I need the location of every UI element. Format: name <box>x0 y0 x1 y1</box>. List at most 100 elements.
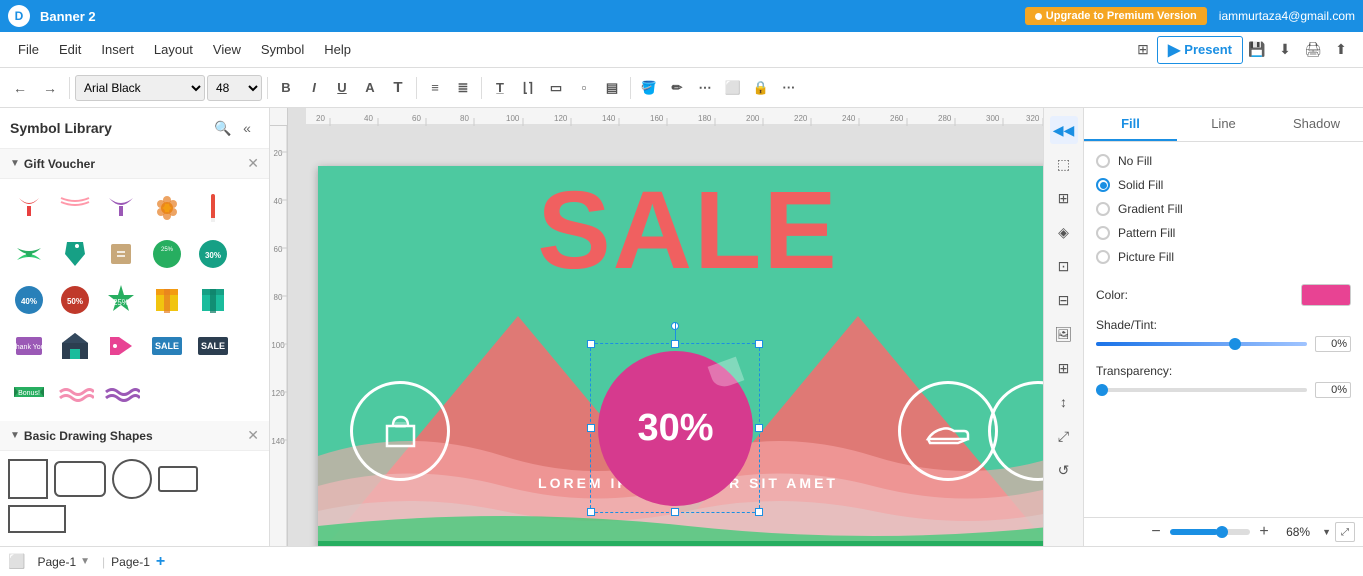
scale-icon[interactable]: ⤢ <box>1050 422 1078 450</box>
symbol-ribbon-pink[interactable] <box>54 187 96 229</box>
gift-voucher-section-header[interactable]: ▼ Gift Voucher ✕ <box>0 149 269 179</box>
fill-option-solid[interactable]: Solid Fill <box>1096 178 1351 192</box>
symbol-badge-blue-40[interactable]: 40% <box>8 279 50 321</box>
symbol-sale-dark[interactable]: SALE <box>192 325 234 367</box>
bold-button[interactable]: B <box>273 75 299 101</box>
transparency-value-input[interactable] <box>1315 382 1351 398</box>
symbol-badge-teal-30[interactable]: 30% <box>192 233 234 275</box>
align-left-button[interactable]: ≡ <box>422 75 448 101</box>
no-fill-icon[interactable]: ⬜ <box>720 75 746 101</box>
shape-thin-rect[interactable] <box>158 459 198 499</box>
expand-panels-icon[interactable]: ◀◀ <box>1050 116 1078 144</box>
print-icon[interactable]: 🖨 <box>1299 36 1327 64</box>
symbol-house-tag[interactable] <box>54 325 96 367</box>
fill-option-pattern[interactable]: Pattern Fill <box>1096 226 1351 240</box>
history-icon[interactable]: ↺ <box>1050 456 1078 484</box>
add-page-button[interactable]: + <box>156 553 165 571</box>
text-color-button[interactable]: A <box>357 75 383 101</box>
fullscreen-icon[interactable]: ⤢ <box>1335 522 1355 542</box>
frame-button[interactable]: ▭ <box>543 75 569 101</box>
symbol-flower-orange[interactable] <box>146 187 188 229</box>
layout-btn[interactable]: ▤ <box>599 75 625 101</box>
symbol-ribbon-green-label[interactable]: Bonus! <box>8 371 50 413</box>
symbol-ribbon-purple[interactable] <box>100 187 142 229</box>
transparency-slider-thumb[interactable] <box>1096 384 1108 396</box>
tab-fill[interactable]: Fill <box>1084 108 1177 141</box>
fill-option-no-fill[interactable]: No Fill <box>1096 154 1351 168</box>
fill-color-icon[interactable]: 🪣 <box>636 75 662 101</box>
zoom-slider-thumb[interactable] <box>1216 526 1228 538</box>
symbol-wave-purple[interactable] <box>100 371 142 413</box>
crop-icon[interactable]: ⊡ <box>1050 252 1078 280</box>
italic-button[interactable]: I <box>301 75 327 101</box>
picture-fill-radio[interactable] <box>1096 250 1110 264</box>
tab-shadow[interactable]: Shadow <box>1270 108 1363 141</box>
shape-wide-rect[interactable] <box>8 505 66 533</box>
line-style-icon[interactable]: ⋯ <box>692 75 718 101</box>
symbol-pink-tag[interactable] <box>100 325 142 367</box>
raise-lower-button[interactable]: ⌊⌉ <box>515 75 541 101</box>
search-icon[interactable]: 🔍 <box>211 116 235 140</box>
shade-slider-track[interactable] <box>1096 342 1307 346</box>
fill-option-gradient[interactable]: Gradient Fill <box>1096 202 1351 216</box>
shape-square[interactable] <box>8 459 48 499</box>
page-1-dropdown[interactable]: ▼ <box>80 556 90 567</box>
collapse-sidebar-icon[interactable]: « <box>235 116 259 140</box>
shade-slider-thumb[interactable] <box>1229 338 1241 350</box>
menu-edit[interactable]: Edit <box>49 38 91 61</box>
tab-line[interactable]: Line <box>1177 108 1270 141</box>
solid-fill-radio[interactable] <box>1096 178 1110 192</box>
basic-shapes-close[interactable]: ✕ <box>247 427 259 444</box>
line-color-icon[interactable]: ✏ <box>664 75 690 101</box>
text-align-button[interactable]: ≣ <box>450 75 476 101</box>
symbol-pencil-red[interactable] <box>192 187 234 229</box>
grid-icon[interactable]: ⊞ <box>1050 184 1078 212</box>
symbol-bow-green[interactable] <box>8 233 50 275</box>
gradient-fill-radio[interactable] <box>1096 202 1110 216</box>
symbol-thank-you-tag[interactable]: Thank You! <box>8 325 50 367</box>
underline-button[interactable]: U <box>329 75 355 101</box>
download-icon[interactable]: ⬇ <box>1271 36 1299 64</box>
shape-rounded-rect[interactable] <box>54 459 106 499</box>
pattern-fill-radio[interactable] <box>1096 226 1110 240</box>
present-button[interactable]: ▶ Present <box>1157 36 1243 64</box>
upgrade-button[interactable]: Upgrade to Premium Version <box>1025 7 1207 25</box>
transform-icon[interactable]: ⬚ <box>1050 150 1078 178</box>
shape-circle[interactable] <box>112 459 152 499</box>
save-icon[interactable]: 💾 <box>1243 36 1271 64</box>
redo-button[interactable]: → <box>36 74 64 102</box>
basic-drawing-shapes-section-header[interactable]: ▼ Basic Drawing Shapes ✕ <box>0 421 269 451</box>
color-swatch[interactable] <box>1301 284 1351 306</box>
menu-layout[interactable]: Layout <box>144 38 203 61</box>
font-size-select[interactable]: 48 <box>207 75 262 101</box>
menu-file[interactable]: File <box>8 38 49 61</box>
page-1-button[interactable]: Page-1 ▼ <box>31 553 96 571</box>
text-outline-button[interactable]: T̲ <box>487 75 513 101</box>
shade-value-input[interactable] <box>1315 336 1351 352</box>
font-family-select[interactable]: Arial Black <box>75 75 205 101</box>
layers-icon[interactable]: ◈ <box>1050 218 1078 246</box>
menu-insert[interactable]: Insert <box>91 38 144 61</box>
canvas-scroll-area[interactable]: SALE 30% <box>288 126 1043 546</box>
image-icon[interactable]: 🖼 <box>1050 320 1078 348</box>
symbol-box-teal[interactable] <box>192 279 234 321</box>
symbol-tag-tan[interactable] <box>100 233 142 275</box>
zoom-in-button[interactable]: + <box>1254 522 1274 542</box>
text-T-button[interactable]: T <box>385 75 411 101</box>
design-canvas[interactable]: SALE 30% <box>318 166 1043 546</box>
transparency-slider-track[interactable] <box>1096 388 1307 392</box>
symbol-box-yellow[interactable] <box>146 279 188 321</box>
lock-icon[interactable]: 🔒 <box>748 75 774 101</box>
undo-button[interactable]: ← <box>6 74 34 102</box>
zoom-out-button[interactable]: − <box>1146 522 1166 542</box>
symbol-ribbon-red[interactable] <box>8 187 50 229</box>
menu-help[interactable]: Help <box>314 38 361 61</box>
menu-view[interactable]: View <box>203 38 251 61</box>
symbol-medal-green[interactable]: 25% <box>100 279 142 321</box>
discount-sticker[interactable]: 30% <box>598 351 758 511</box>
arrow-tools-icon[interactable]: ↕ <box>1050 388 1078 416</box>
zoom-slider-track[interactable] <box>1170 529 1250 535</box>
symbol-badge-red-50[interactable]: 50% <box>54 279 96 321</box>
fill-option-picture[interactable]: Picture Fill <box>1096 250 1351 264</box>
share-icon[interactable]: ⬆ <box>1327 36 1355 64</box>
